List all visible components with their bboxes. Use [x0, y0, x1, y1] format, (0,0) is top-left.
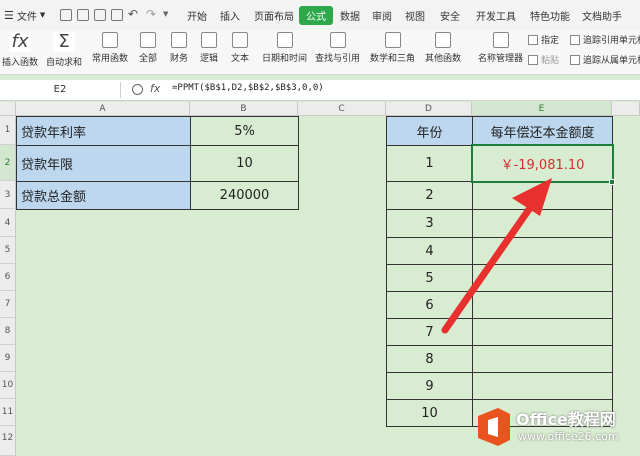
annotation-arrow [441, 178, 552, 334]
watermark-logo: Office教程网 www.office26.com [472, 400, 640, 456]
watermark-url: www.office26.com [518, 430, 619, 443]
office-logo-icon [478, 408, 510, 446]
watermark-brand: Office教程网 [516, 410, 616, 429]
